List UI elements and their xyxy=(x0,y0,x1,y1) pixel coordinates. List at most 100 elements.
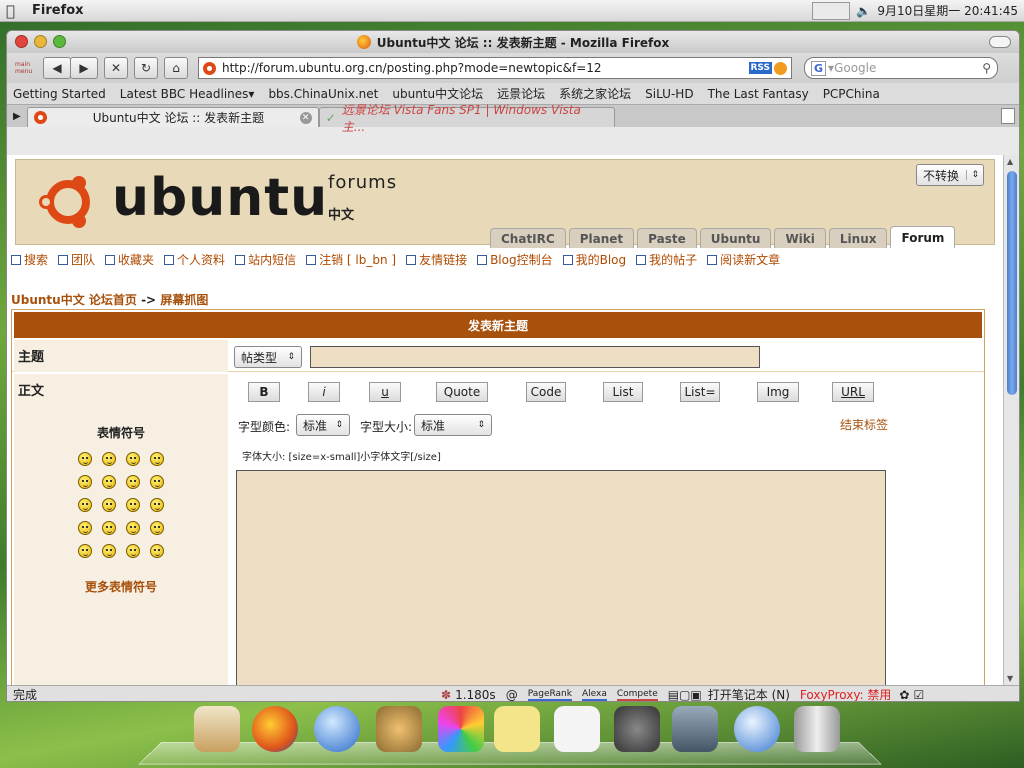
quote-button[interactable]: Quote xyxy=(436,382,488,402)
link-friends[interactable]: 友情链接 xyxy=(406,251,467,268)
bookmark-item[interactable]: The Last Fantasy xyxy=(708,87,809,101)
rss-icon[interactable]: RSS xyxy=(748,62,772,74)
tab-pcbeta[interactable]: ✓ 远景论坛 Vista Fans SP1 | Windows Vista 主.… xyxy=(318,103,615,134)
feed-icon[interactable] xyxy=(774,61,787,75)
subject-input[interactable] xyxy=(310,346,760,368)
tab-ubuntu-forum[interactable]: Ubuntu中文 论坛 :: 发表新主题 ✕ xyxy=(26,107,319,127)
forward-button[interactable]: ▶ xyxy=(70,57,98,79)
addon-icons[interactable]: ▤▢▣ xyxy=(668,688,702,702)
bookmark-item[interactable]: Latest BBC Headlines▾ xyxy=(120,87,255,101)
smiley-icon[interactable] xyxy=(126,521,140,535)
tab-ubuntu[interactable]: Ubuntu xyxy=(699,228,772,248)
convert-select[interactable]: 不转换 ⇕ xyxy=(916,164,984,186)
smiley-icon[interactable] xyxy=(78,475,92,489)
stop-button[interactable]: ✕ xyxy=(104,57,128,79)
tab-linux[interactable]: Linux xyxy=(828,228,888,248)
minimize-window-button[interactable] xyxy=(34,35,47,48)
window-titlebar[interactable]: Ubuntu中文 论坛 :: 发表新主题 - Mozilla Firefox xyxy=(7,31,1019,53)
link-profile[interactable]: 个人资料 xyxy=(164,251,225,268)
media-player-icon[interactable] xyxy=(672,706,718,752)
bookmark-item[interactable]: bbs.ChinaUnix.net xyxy=(268,87,378,101)
main-menu-button[interactable]: main menu xyxy=(15,61,37,75)
foxyproxy-label[interactable]: FoxyProxy: 禁用 xyxy=(800,686,892,701)
link-logout[interactable]: 注销 [ lb_bn ] xyxy=(306,251,396,268)
tab-planet[interactable]: Planet xyxy=(568,228,635,248)
text-editor-icon[interactable] xyxy=(554,706,600,752)
code-button[interactable]: Code xyxy=(526,382,566,402)
bookmark-item[interactable]: PCPChina xyxy=(823,87,880,101)
ubuntu-logo-icon[interactable] xyxy=(36,170,100,234)
smiley-icon[interactable] xyxy=(150,498,164,512)
notebook-label[interactable]: 打开笔记本 (N) xyxy=(708,686,790,701)
input-menu-box[interactable] xyxy=(812,1,851,20)
new-tab-icon[interactable] xyxy=(1001,108,1015,124)
smiley-icon[interactable] xyxy=(126,475,140,489)
compete-label[interactable]: Compete xyxy=(616,689,658,701)
close-tab-icon[interactable]: ✕ xyxy=(299,111,312,124)
vertical-scrollbar[interactable]: ▲ ▼ xyxy=(1003,155,1019,685)
foxyproxy-icon[interactable]: ✿ xyxy=(899,688,909,702)
clock[interactable]: 9月10日星期一 20:41:45 xyxy=(877,2,1018,19)
smiley-icon[interactable] xyxy=(102,498,116,512)
active-app-name[interactable]: Firefox xyxy=(32,3,84,18)
smiley-icon[interactable] xyxy=(78,544,92,558)
bookmark-item[interactable]: 系统之家论坛 xyxy=(559,85,631,102)
checkbox-icon[interactable]: ☑ xyxy=(913,688,924,702)
smiley-icon[interactable] xyxy=(78,452,92,466)
url-bar[interactable]: http://forum.ubuntu.org.cn/posting.php?m… xyxy=(198,57,792,79)
scroll-up-icon[interactable]: ▲ xyxy=(1007,157,1013,166)
close-tags-link[interactable]: 结束标签 xyxy=(840,416,888,433)
gimp-icon[interactable] xyxy=(614,706,660,752)
font-size-select[interactable]: 标准 ⇕ xyxy=(414,414,492,436)
tab-paste[interactable]: Paste xyxy=(637,228,697,248)
pidgin-icon[interactable] xyxy=(376,706,422,752)
tab-list-arrow-icon[interactable]: ▶ xyxy=(13,111,21,122)
smiley-icon[interactable] xyxy=(126,452,140,466)
smiley-icon[interactable] xyxy=(126,498,140,512)
message-textarea[interactable] xyxy=(236,470,886,685)
more-smilies-link[interactable]: 更多表情符号 xyxy=(14,578,228,595)
home-button[interactable]: ⌂ xyxy=(164,57,188,79)
link-team[interactable]: 团队 xyxy=(58,251,95,268)
smiley-icon[interactable] xyxy=(150,475,164,489)
link-blog-console[interactable]: Blog控制台 xyxy=(477,251,553,268)
safari-icon[interactable] xyxy=(314,706,360,752)
zoom-window-button[interactable] xyxy=(53,35,66,48)
font-color-select[interactable]: 标准 ⇕ xyxy=(296,414,350,436)
smiley-icon[interactable] xyxy=(78,498,92,512)
link-new-posts[interactable]: 阅读新文章 xyxy=(707,251,780,268)
smiley-icon[interactable] xyxy=(102,475,116,489)
bookmark-item[interactable]: 远景论坛 xyxy=(497,85,545,102)
smiley-icon[interactable] xyxy=(150,521,164,535)
search-magnifier-icon[interactable]: ⚲ xyxy=(982,61,991,75)
firebug-icon[interactable]: ✽ xyxy=(441,688,451,702)
stickies-icon[interactable] xyxy=(494,706,540,752)
close-window-button[interactable] xyxy=(15,35,28,48)
smiley-icon[interactable] xyxy=(150,544,164,558)
photo-icon[interactable] xyxy=(438,706,484,752)
post-type-select[interactable]: 帖类型 ⇕ xyxy=(234,346,302,368)
bookmark-item[interactable]: SiLU-HD xyxy=(645,87,693,101)
bookmark-item[interactable]: Getting Started xyxy=(13,87,106,101)
smiley-icon[interactable] xyxy=(78,521,92,535)
list-button[interactable]: List xyxy=(603,382,643,402)
pagerank-label[interactable]: PageRank xyxy=(527,689,572,701)
firefox-dock-icon[interactable] xyxy=(252,706,298,752)
apple-icon[interactable]:  xyxy=(6,3,20,19)
search-input[interactable]: G ▾ Google ⚲ xyxy=(804,57,998,79)
bookmark-item[interactable]: ubuntu中文论坛 xyxy=(392,85,483,102)
google-engine-icon[interactable]: G xyxy=(811,60,827,76)
smiley-icon[interactable] xyxy=(150,452,164,466)
scrollbar-thumb[interactable] xyxy=(1007,171,1017,395)
img-button[interactable]: Img xyxy=(757,382,799,402)
link-my-posts[interactable]: 我的帖子 xyxy=(636,251,697,268)
tab-chatirc[interactable]: ChatIRC xyxy=(490,228,566,248)
smiley-icon[interactable] xyxy=(102,452,116,466)
list-ordered-button[interactable]: List= xyxy=(680,382,720,402)
reload-button[interactable]: ↻ xyxy=(134,57,158,79)
italic-button[interactable]: i xyxy=(308,382,340,402)
underline-button[interactable]: u xyxy=(369,382,401,402)
back-button[interactable]: ◀ xyxy=(43,57,71,79)
scroll-down-icon[interactable]: ▼ xyxy=(1007,674,1013,683)
link-favorites[interactable]: 收藏夹 xyxy=(105,251,154,268)
